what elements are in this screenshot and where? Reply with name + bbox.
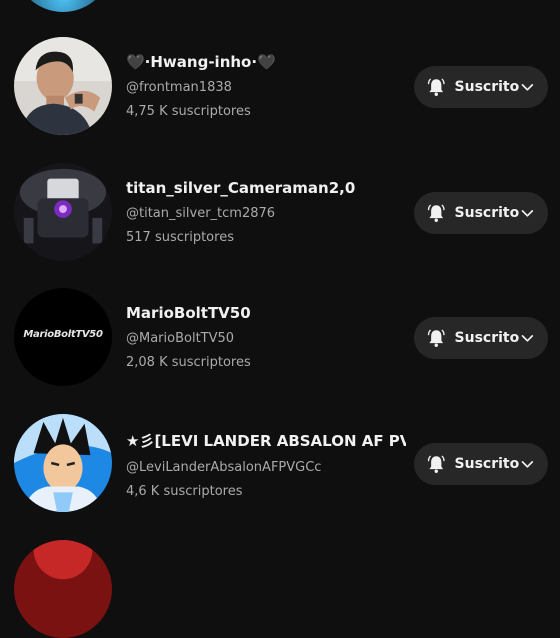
bell-icon bbox=[427, 204, 445, 222]
chevron-down-icon bbox=[521, 461, 534, 468]
subscribed-label: Suscrito bbox=[454, 456, 520, 472]
bell-icon bbox=[427, 455, 445, 473]
subscriber-count: 517 suscriptores bbox=[126, 230, 234, 245]
chevron-down-icon bbox=[521, 84, 534, 91]
channel-handle: @LeviLanderAbsalonAFPVGCc bbox=[126, 460, 322, 475]
subscriber-count: 2,08 K suscriptores bbox=[126, 355, 251, 370]
avatar-partial-top[interactable] bbox=[14, 0, 112, 12]
subscribed-label: Suscrito bbox=[454, 79, 520, 95]
avatar-logo-text: MarioBoltTV50 bbox=[23, 329, 103, 340]
subscribed-label: Suscrito bbox=[454, 205, 520, 221]
subscribed-button[interactable]: Suscrito bbox=[414, 443, 548, 485]
channel-handle: @MarioBoltTV50 bbox=[126, 331, 235, 346]
subscriber-count: 4,6 K suscriptores bbox=[126, 484, 243, 499]
channel-avatar[interactable] bbox=[14, 37, 112, 135]
channel-name[interactable]: MarioBoltTV50 bbox=[126, 304, 406, 322]
avatar-partial-bottom[interactable] bbox=[14, 540, 112, 638]
channel-row[interactable]: MarioBoltTV50 MarioBoltTV50 @MarioBoltTV… bbox=[0, 288, 560, 413]
channel-handle: @frontman1838 bbox=[126, 80, 232, 95]
channel-name[interactable]: 🖤·Hwang-inho·🖤 bbox=[126, 53, 406, 71]
channel-name[interactable]: ★彡[LEVI LANDER ABSALON AF PVG CC bbox=[126, 430, 406, 451]
subscribed-button[interactable]: Suscrito bbox=[414, 317, 548, 359]
channel-row[interactable]: 🖤·Hwang-inho·🖤 @frontman1838 4,75 K susc… bbox=[0, 37, 560, 162]
bell-icon bbox=[427, 78, 445, 96]
subscribed-button[interactable]: Suscrito bbox=[414, 66, 548, 108]
channel-name[interactable]: titan_silver_Cameraman2,0 bbox=[126, 179, 406, 197]
chevron-down-icon bbox=[521, 210, 534, 217]
channel-row[interactable]: ★彡[LEVI LANDER ABSALON AF PVG CC @LeviLa… bbox=[0, 414, 560, 539]
channel-avatar[interactable]: MarioBoltTV50 bbox=[14, 288, 112, 386]
channel-row[interactable]: titan_silver_Cameraman2,0 @titan_silver_… bbox=[0, 163, 560, 288]
subscribed-button[interactable]: Suscrito bbox=[414, 192, 548, 234]
bell-icon bbox=[427, 329, 445, 347]
channel-handle: @titan_silver_tcm2876 bbox=[126, 206, 276, 221]
subscribed-label: Suscrito bbox=[454, 330, 520, 346]
channel-avatar[interactable] bbox=[14, 163, 112, 261]
subscriber-count: 4,75 K suscriptores bbox=[126, 104, 251, 119]
channel-avatar[interactable] bbox=[14, 414, 112, 512]
chevron-down-icon bbox=[521, 335, 534, 342]
